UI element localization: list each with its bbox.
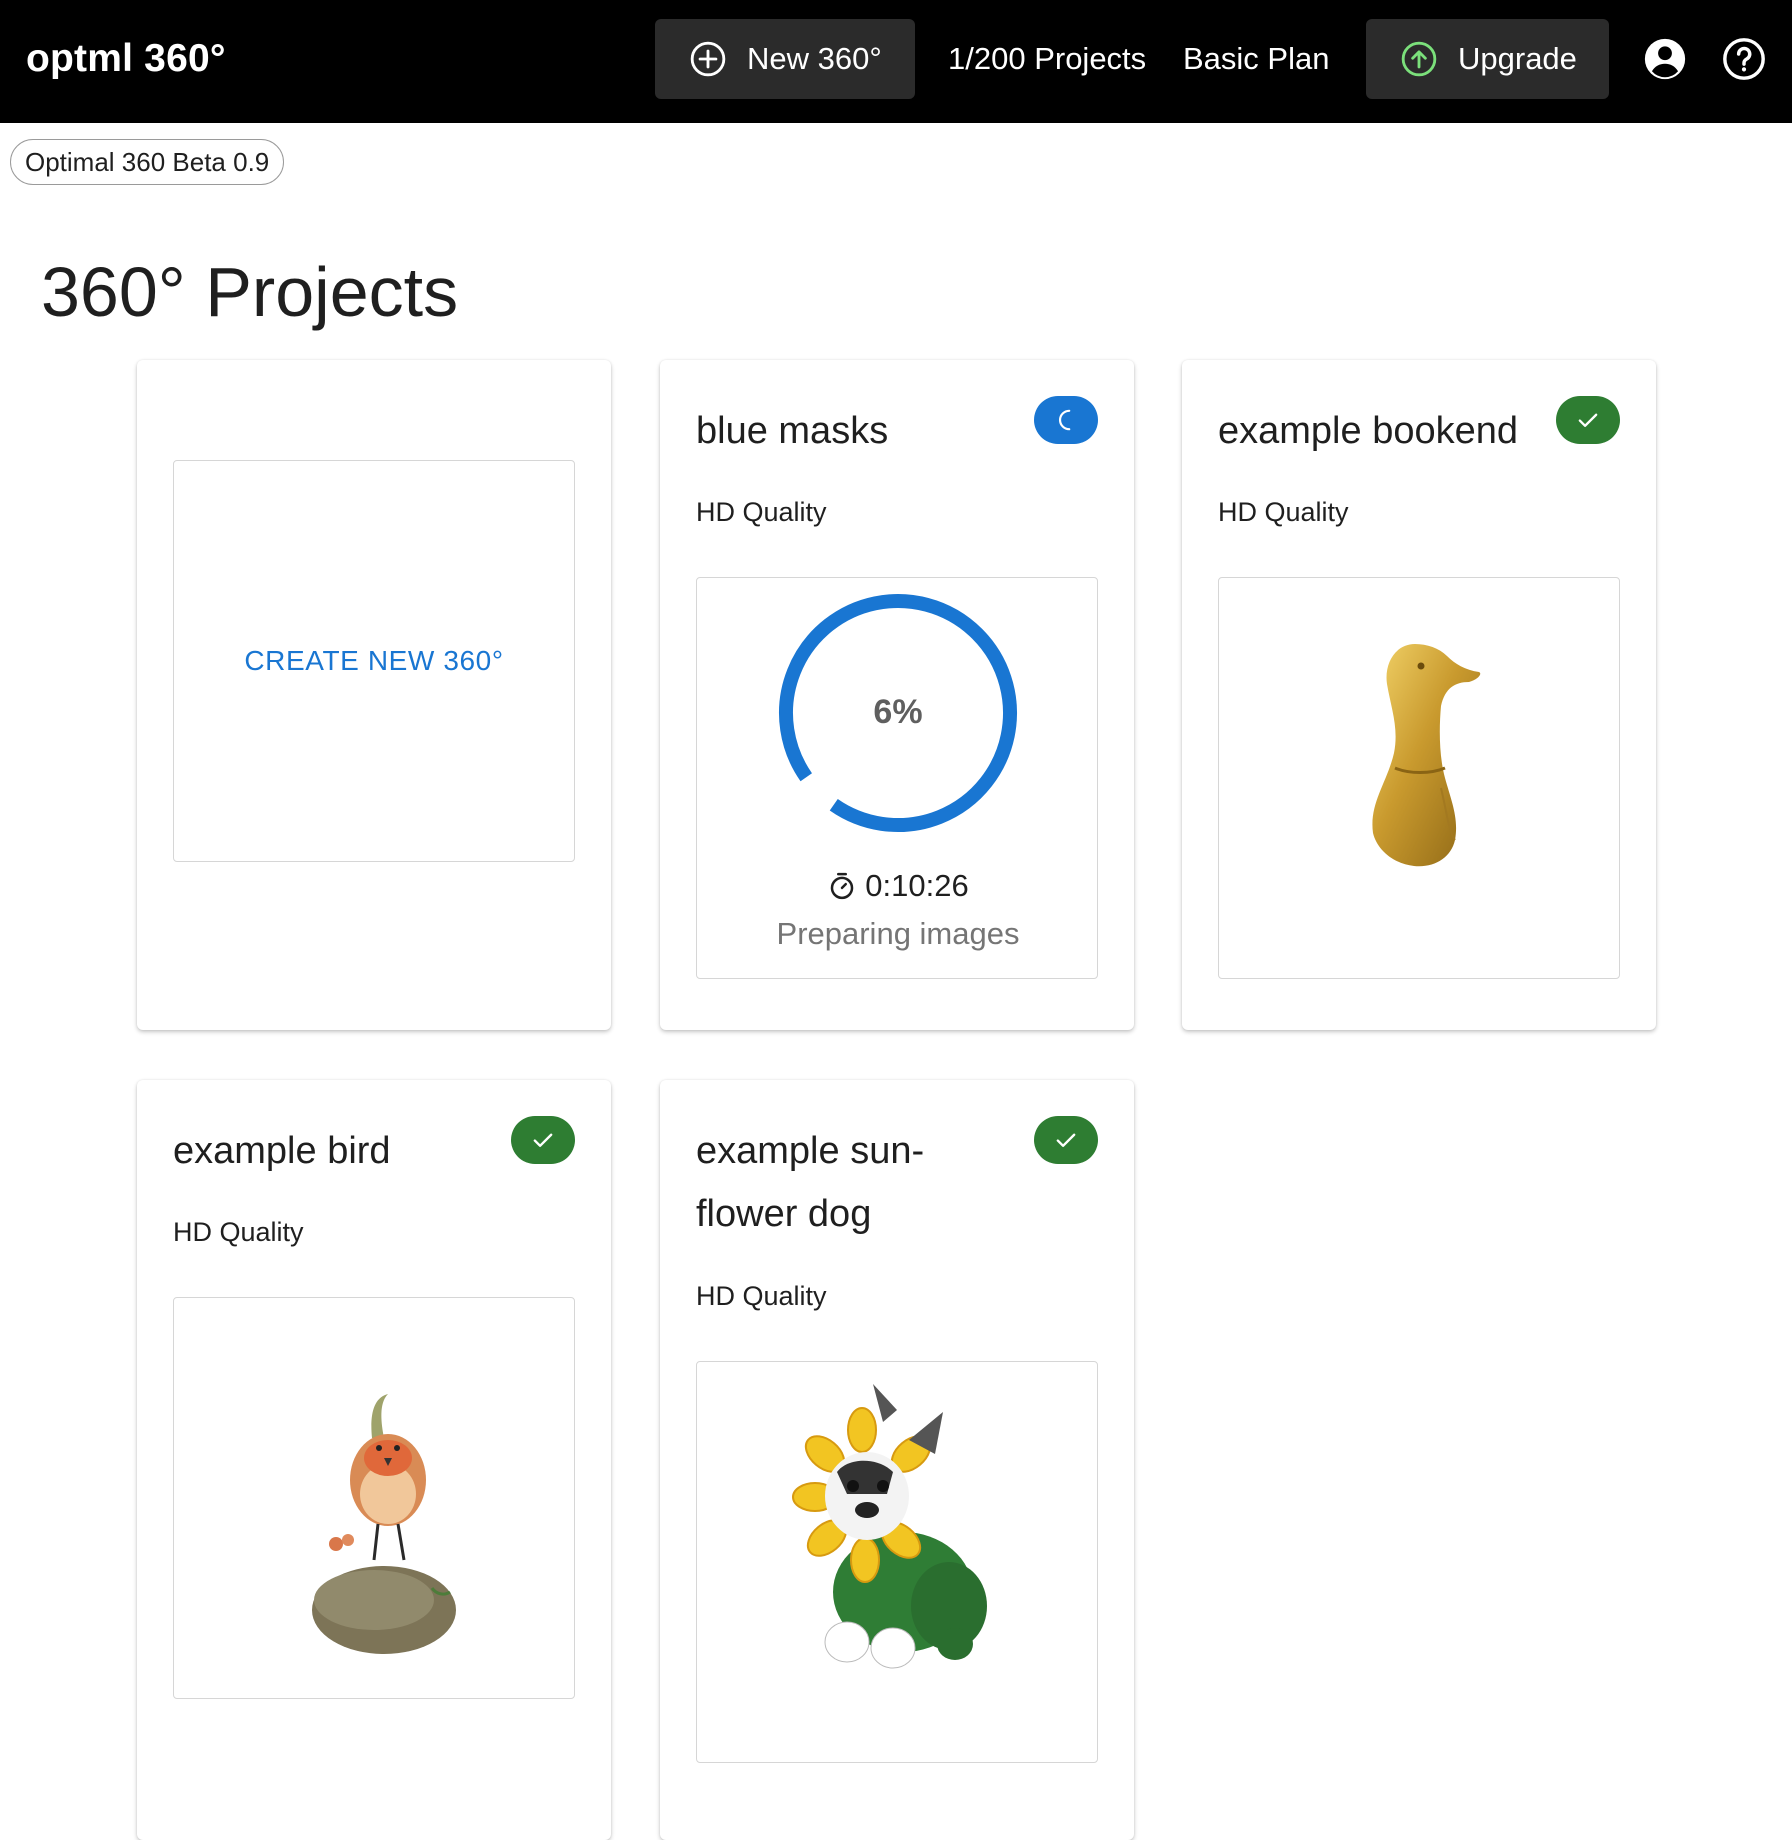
project-thumbnail[interactable]: [173, 1297, 575, 1699]
duck-bookend-image: [1372, 644, 1481, 867]
timer-icon: [827, 871, 857, 901]
project-card[interactable]: example sun-flower dog HD Quality: [660, 1080, 1134, 1840]
status-done: [511, 1116, 575, 1164]
projects-count: 1/200 Projects: [948, 41, 1147, 76]
project-quality: HD Quality: [696, 1281, 827, 1311]
new-360-label: New 360°: [747, 41, 882, 76]
account-circle-icon[interactable]: [1642, 36, 1688, 82]
spinner-icon: [1058, 409, 1071, 431]
project-title: example sun-flower dog: [696, 1130, 925, 1235]
progress-percent: 6%: [873, 693, 923, 731]
create-new-360-label: CREATE NEW 360°: [244, 645, 504, 676]
check-icon: [533, 1133, 553, 1147]
project-title: blue masks: [696, 410, 889, 452]
bird-figurine-image: [312, 1394, 456, 1654]
arrow-up-circle-icon: [1400, 40, 1438, 78]
plus-circle-icon: [689, 40, 727, 78]
help-circle-icon[interactable]: [1721, 36, 1767, 82]
status-processing: [1034, 396, 1098, 444]
plan-name: Basic Plan: [1183, 41, 1330, 76]
project-quality: HD Quality: [696, 497, 827, 527]
upgrade-button[interactable]: Upgrade: [1366, 19, 1609, 99]
create-new-360-button[interactable]: CREATE NEW 360°: [173, 460, 575, 862]
status-done: [1556, 396, 1620, 444]
project-card[interactable]: example bookend HD Quality: [1182, 360, 1656, 1030]
new-360-button[interactable]: New 360°: [655, 19, 915, 99]
project-quality: HD Quality: [1218, 497, 1349, 527]
top-app-bar: optml 360° New 360° 1/200 Projects Basic…: [0, 0, 1792, 123]
progress-stage: Preparing images: [776, 916, 1020, 951]
project-title: example bird: [173, 1130, 391, 1172]
progress-panel: 6% 0:10:26 Preparing images: [696, 577, 1098, 979]
elapsed-time: 0:10:26: [697, 866, 1097, 906]
project-thumbnail[interactable]: [1218, 577, 1620, 979]
project-thumbnail[interactable]: [696, 1361, 1098, 1763]
version-chip: Optimal 360 Beta 0.9: [10, 139, 285, 185]
sunflower-dog-image: [792, 1384, 987, 1669]
project-card[interactable]: blue masks HD Quality 6% 0:10:26 Prepari…: [660, 360, 1134, 1030]
check-icon: [1056, 1133, 1076, 1147]
check-icon: [1578, 413, 1598, 427]
create-project-card: CREATE NEW 360°: [137, 360, 611, 1030]
status-done: [1034, 1116, 1098, 1164]
project-card[interactable]: example bird HD Quality: [137, 1080, 611, 1840]
project-title: example bookend: [1218, 410, 1518, 452]
project-quality: HD Quality: [173, 1217, 304, 1247]
brand-logo[interactable]: optml 360°: [26, 36, 226, 82]
upgrade-label: Upgrade: [1458, 41, 1577, 76]
page-title: 360° Projects: [41, 253, 459, 331]
elapsed-time-value: 0:10:26: [865, 868, 969, 903]
